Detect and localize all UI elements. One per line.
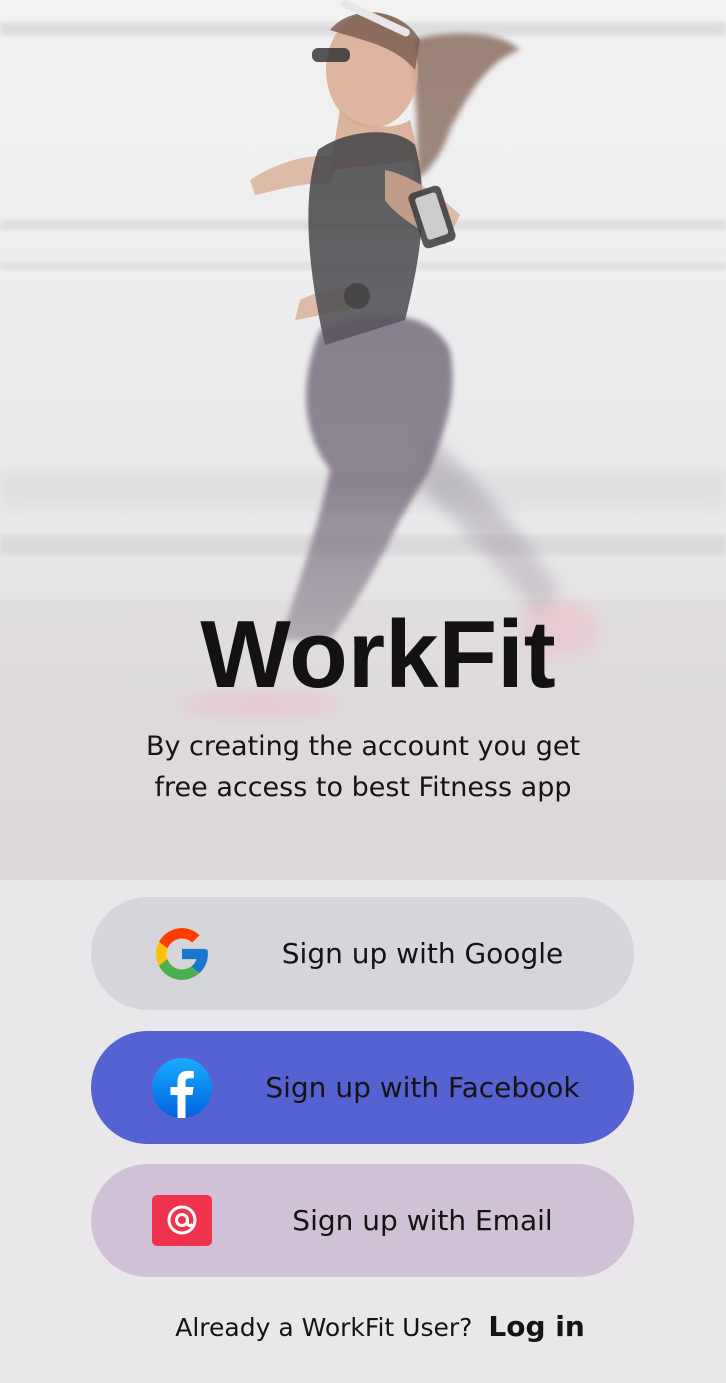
login-footer: Already a WorkFit User? Log in xyxy=(0,1310,726,1343)
facebook-icon xyxy=(151,1057,213,1119)
subtitle-line-2: free access to best Fitness app xyxy=(154,772,572,803)
subtitle-line-1: By creating the account you get xyxy=(145,731,581,762)
hero-image: WorkFit By creating the account you get … xyxy=(0,0,726,880)
sign-up-google-label: Sign up with Google xyxy=(281,937,564,970)
google-icon xyxy=(151,923,213,985)
app-subtitle: By creating the account you get free acc… xyxy=(0,726,726,808)
sign-up-email-button[interactable]: Sign up with Email xyxy=(91,1164,634,1277)
sign-up-email-label: Sign up with Email xyxy=(292,1204,553,1237)
app-title: WorkFit xyxy=(200,601,556,708)
log-in-link[interactable]: Log in xyxy=(488,1310,584,1343)
already-user-text: Already a WorkFit User? xyxy=(175,1313,473,1342)
email-at-icon xyxy=(151,1190,213,1252)
sign-up-facebook-button[interactable]: Sign up with Facebook xyxy=(91,1031,634,1144)
sign-up-facebook-label: Sign up with Facebook xyxy=(265,1071,580,1104)
sign-up-google-button[interactable]: Sign up with Google xyxy=(91,897,634,1010)
